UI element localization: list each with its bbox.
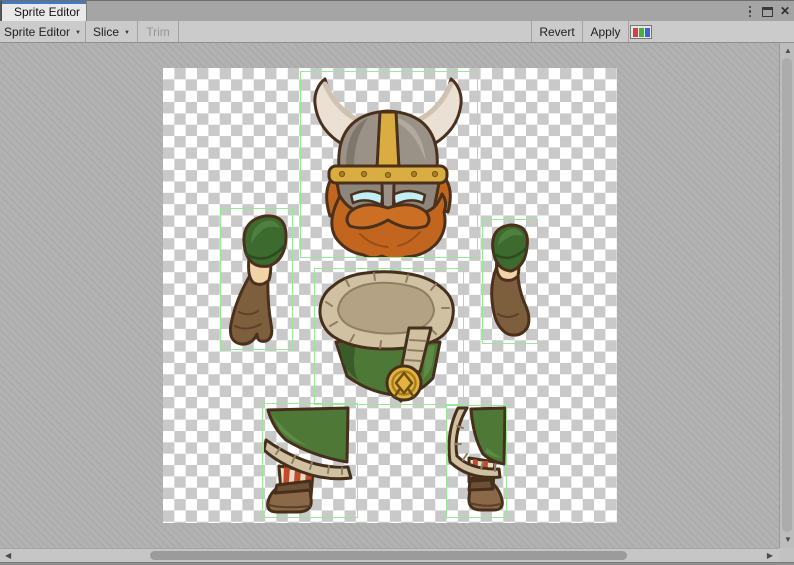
slice-rect-torso[interactable]	[314, 268, 464, 405]
chevron-down-icon: ▼	[124, 30, 130, 36]
trim-button[interactable]: Trim	[138, 21, 178, 42]
horizontal-scrollbar[interactable]: ◀ ▶	[0, 548, 779, 562]
slice-dropdown-label: Slice	[93, 25, 119, 39]
toolbar-separator	[178, 21, 179, 42]
apply-button[interactable]: Apply	[583, 21, 628, 42]
close-icon[interactable]: ✕	[780, 5, 790, 18]
slice-rect-left-leg[interactable]	[262, 403, 358, 518]
toolbar-separator	[628, 21, 629, 42]
kebab-menu-icon[interactable]	[745, 5, 755, 18]
horizontal-scrollbar-thumb[interactable]	[150, 551, 627, 560]
green-channel-icon	[639, 28, 644, 37]
slice-rect-head[interactable]	[300, 71, 478, 258]
slice-dropdown[interactable]: Slice ▼	[86, 21, 137, 42]
scroll-left-icon[interactable]: ◀	[5, 552, 11, 560]
sprite-editor-mode-dropdown[interactable]: Sprite Editor ▼	[0, 21, 85, 42]
tab-active-indicator	[2, 1, 86, 4]
titlebar-icons: ✕	[745, 1, 790, 22]
scroll-right-icon[interactable]: ▶	[767, 552, 773, 560]
rgb-channels-button[interactable]	[630, 25, 652, 39]
scroll-down-icon[interactable]: ▼	[784, 536, 792, 544]
titlebar: Sprite Editor ✕	[0, 0, 794, 21]
vertical-scrollbar[interactable]: ▲ ▼	[779, 43, 794, 548]
toolbar: Sprite Editor ▼ Slice ▼ Trim Revert Appl…	[0, 21, 794, 43]
tab-sprite-editor[interactable]: Sprite Editor	[1, 1, 87, 22]
toolbar-left-group: Sprite Editor ▼ Slice ▼ Trim	[0, 21, 179, 42]
chevron-down-icon: ▼	[75, 30, 81, 36]
scroll-up-icon[interactable]: ▲	[784, 47, 792, 55]
vertical-scrollbar-thumb[interactable]	[782, 58, 792, 532]
red-channel-icon	[633, 28, 638, 37]
revert-button[interactable]: Revert	[532, 21, 582, 42]
blue-channel-icon	[645, 28, 650, 37]
toolbar-right-group: Revert Apply	[531, 21, 629, 42]
tab-title: Sprite Editor	[14, 5, 80, 19]
slice-rect-right-leg[interactable]	[446, 405, 507, 518]
canvas-area[interactable]	[0, 43, 779, 548]
sprite-editor-window: Sprite Editor ✕ Sprite Editor ▼ Slice ▼ …	[0, 0, 794, 565]
slice-rect-right-arm[interactable]	[482, 219, 538, 344]
slice-rect-left-arm[interactable]	[220, 208, 293, 350]
scrollbar-corner	[779, 548, 794, 562]
maximize-icon[interactable]	[762, 7, 773, 17]
sprite-editor-mode-label: Sprite Editor	[4, 25, 70, 39]
